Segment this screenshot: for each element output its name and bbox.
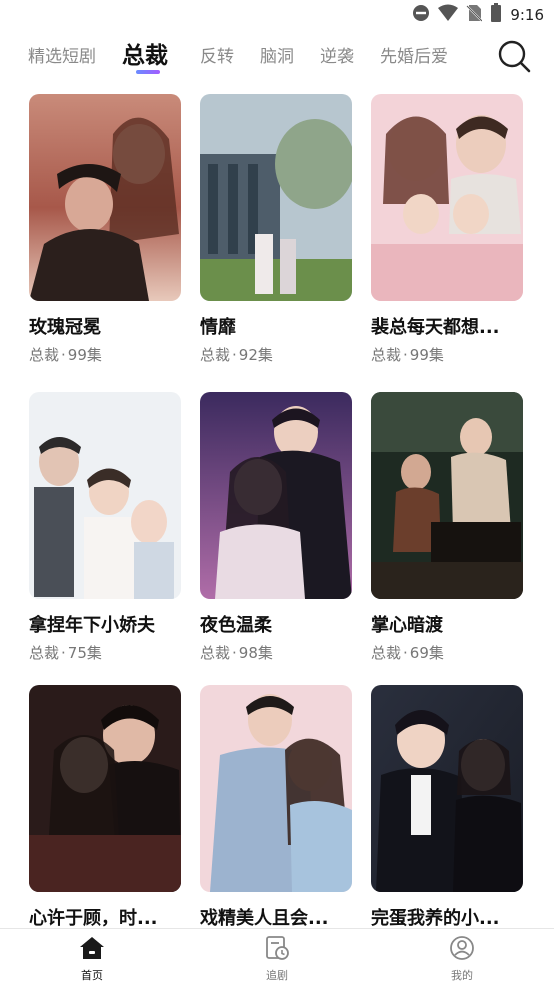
tab-reversal[interactable]: 反转 [200,42,234,67]
profile-icon [450,936,474,960]
drama-title: 夜色温柔 [200,615,272,636]
nav-home[interactable]: 首页 [42,935,142,983]
drama-episodes: 98集 [238,644,273,662]
drama-title: 掌心暗渡 [371,615,443,636]
category-tabs: 精选短剧 总裁 反转 脑洞 逆袭 先婚后爱 [0,34,554,80]
do-not-disturb-icon [412,4,430,26]
drama-meta: 总裁 · 69集 [371,644,444,662]
drama-tag: 总裁 [200,346,231,364]
drama-episodes: 99集 [409,346,444,364]
drama-card[interactable]: 裴总每天都想... 总裁 · 99集 [371,94,523,365]
drama-cover [200,392,352,599]
drama-title: 心许于顾，时... [29,908,158,929]
bottom-nav: 首页 追剧 我的 [0,928,554,986]
drama-meta: 总裁 · 99集 [371,346,444,364]
drama-title: 玫瑰冠冕 [29,317,101,338]
tab-featured[interactable]: 精选短剧 [28,42,96,67]
drama-cover [371,94,523,301]
home-icon [80,937,104,959]
drama-tag: 总裁 [29,644,60,662]
drama-cover [29,685,181,892]
drama-title: 完蛋我养的小... [371,908,500,929]
status-time: 9:16 [510,6,544,24]
wifi-icon [438,4,459,26]
drama-episodes: 92集 [238,346,273,364]
drama-card[interactable]: 情靡 总裁 · 92集 [200,94,352,365]
tab-ceo[interactable]: 总裁 [122,36,168,70]
drama-title: 拿捏年下小娇夫 [29,615,155,636]
drama-cover [200,685,352,892]
tab-brainstorm[interactable]: 脑洞 [260,42,294,67]
drama-tag: 总裁 [371,644,402,662]
tab-marriage-first[interactable]: 先婚后爱 [380,42,448,67]
nav-profile[interactable]: 我的 [412,935,512,983]
status-bar: 9:16 [0,0,554,30]
drama-card[interactable]: 玫瑰冠冕 总裁 · 99集 [29,94,181,365]
drama-card[interactable]: 完蛋我养的小... [371,685,523,930]
nav-home-label: 首页 [81,969,103,982]
drama-meta: 总裁 · 99集 [29,346,102,364]
drama-episodes: 99集 [67,346,102,364]
drama-episodes: 75集 [67,644,102,662]
drama-meta: 总裁 · 75集 [29,644,102,662]
nav-profile-label: 我的 [451,969,473,982]
search-button[interactable] [496,38,532,74]
drama-card[interactable]: 戏精美人且会... [200,685,352,930]
drama-meta: 总裁 · 92集 [200,346,273,364]
drama-episodes: 69集 [409,644,444,662]
drama-card[interactable]: 掌心暗渡 总裁 · 69集 [371,392,523,663]
no-sim-icon [466,4,484,26]
drama-title: 情靡 [200,317,236,338]
drama-title: 戏精美人且会... [200,908,329,929]
drama-meta: 总裁 · 98集 [200,644,273,662]
drama-tag: 总裁 [371,346,402,364]
drama-tag: 总裁 [200,644,231,662]
watchlist-icon [266,936,289,960]
drama-title: 裴总每天都想... [371,317,500,338]
drama-cover [200,94,352,301]
active-tab-indicator [136,70,160,74]
search-icon [498,40,531,73]
nav-watchlist-label: 追剧 [266,969,288,982]
drama-cover [29,392,181,599]
drama-cover [371,392,523,599]
tab-comeback[interactable]: 逆袭 [320,42,354,67]
drama-card[interactable]: 拿捏年下小娇夫 总裁 · 75集 [29,392,181,663]
drama-cover [29,94,181,301]
drama-card[interactable]: 夜色温柔 总裁 · 98集 [200,392,352,663]
drama-tag: 总裁 [29,346,60,364]
drama-card[interactable]: 心许于顾，时... [29,685,181,930]
battery-icon [490,3,502,27]
drama-cover [371,685,523,892]
nav-watchlist[interactable]: 追剧 [227,935,327,983]
